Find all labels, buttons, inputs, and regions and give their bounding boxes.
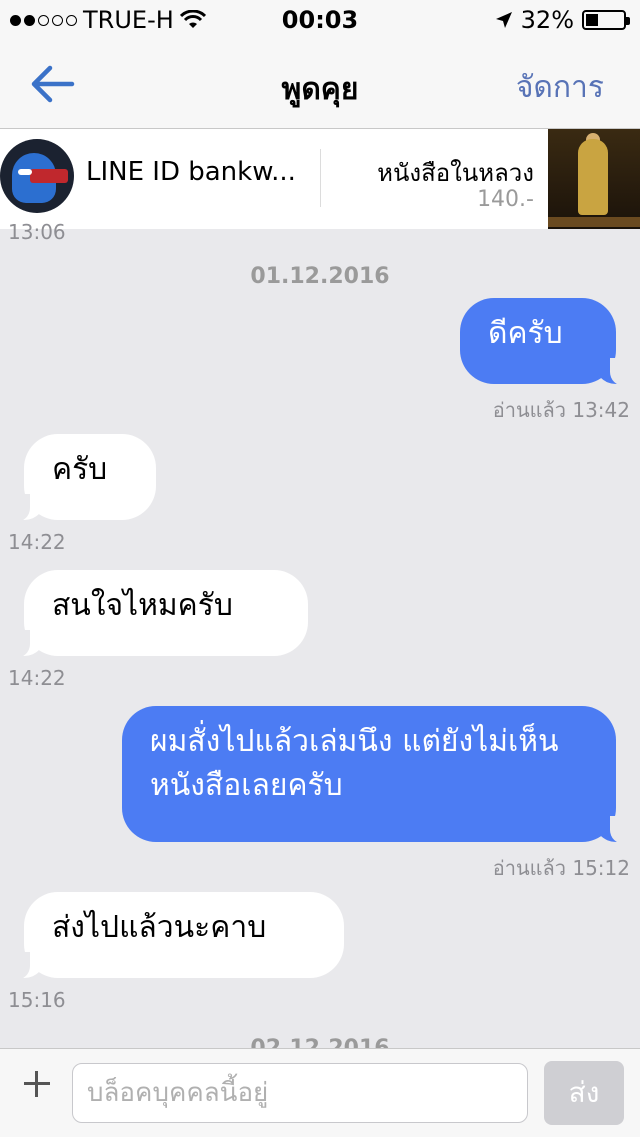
seller-name[interactable]: LINE ID bankw... — [86, 157, 296, 187]
message-bubble-outgoing[interactable]: ดีครับ — [460, 298, 630, 386]
date-separator: 01.12.2016 — [250, 264, 390, 289]
message-time: 14:22 — [8, 666, 66, 690]
manage-button[interactable]: จัดการ — [516, 64, 604, 111]
status-right: 32% — [495, 6, 630, 34]
battery-percent: 32% — [520, 6, 574, 34]
message-input-bar: ส่ง — [0, 1048, 640, 1137]
plus-icon[interactable] — [22, 1069, 50, 1097]
message-time: 14:22 — [8, 530, 66, 554]
read-receipt: อ่านแล้ว 15:12 — [492, 856, 630, 880]
navigation-bar: พูดคุย จัดการ — [0, 40, 640, 129]
message-time: 13:06 — [8, 220, 66, 244]
message-bubble-incoming[interactable]: สนใจไหมครับ — [10, 570, 308, 658]
product-header[interactable]: LINE ID bankw... หนังสือในหลวง 140.- — [0, 129, 640, 229]
message-bubble-incoming[interactable]: ส่งไปแล้วนะคาบ — [10, 892, 344, 980]
status-bar: TRUE-H 00:03 32% — [0, 0, 640, 40]
send-button[interactable]: ส่ง — [544, 1061, 624, 1125]
product-price: 140.- — [477, 187, 534, 212]
message-input[interactable] — [72, 1063, 528, 1123]
read-receipt: อ่านแล้ว 13:42 — [492, 398, 630, 422]
battery-icon — [582, 10, 630, 30]
divider — [320, 149, 321, 207]
message-bubble-outgoing[interactable]: ผมสั่งไปแล้วเล่มนึง แต่ยังไม่เห็นหนังสือ… — [122, 706, 630, 844]
seller-avatar[interactable] — [0, 139, 74, 213]
message-time: 15:16 — [8, 988, 66, 1012]
location-arrow-icon — [495, 12, 512, 28]
message-bubble-incoming[interactable]: ครับ — [10, 434, 156, 522]
product-thumbnail[interactable] — [548, 129, 640, 229]
